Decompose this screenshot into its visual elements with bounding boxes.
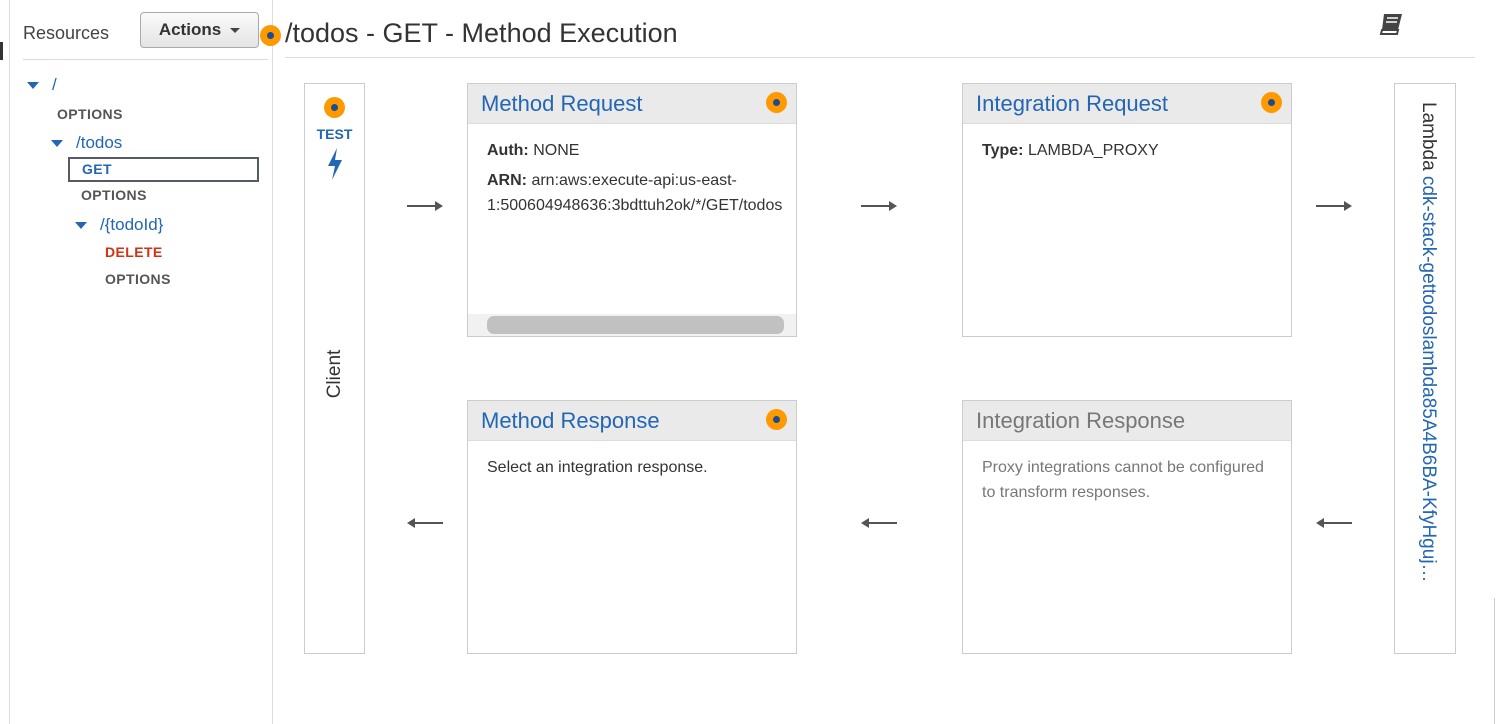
lambda-column: Lambda cdk-stack-gettodoslambda85A4B6BA-… [1394,83,1456,654]
integration-response-text-line1: Proxy integrations cannot be configured [982,459,1264,476]
method-request-title[interactable]: Method Request [481,91,642,116]
expand-root-icon[interactable] [27,82,39,89]
integration-response-title: Integration Response [976,408,1186,433]
scrollbar-thumb[interactable] [487,316,784,334]
integration-request-card[interactable]: Integration Request Type: LAMBDA_PROXY [962,83,1292,337]
sidebar-title: Resources [23,23,110,43]
method-response-card[interactable]: Method Response Select an integration re… [467,400,797,654]
integration-response-body: Proxy integrations cannot be configured … [963,441,1291,519]
method-request-card[interactable]: Method Request Auth: NONE ARN: arn:aws:e… [467,83,797,337]
method-response-text: Select an integration response. [487,459,708,476]
lightning-bolt-icon[interactable] [325,148,345,180]
arrow-right-icon [861,201,897,211]
tree-item-root[interactable]: / [52,75,57,95]
arn-value-line1: arn:aws:execute-api:us-east- [531,172,737,189]
tree-item-root-options[interactable]: OPTIONS [57,106,123,122]
method-request-dot-icon [766,92,787,113]
integration-response-card: Integration Response Proxy integrations … [962,400,1292,654]
method-request-body: Auth: NONE ARN: arn:aws:execute-api:us-e… [468,124,796,232]
method-request-header[interactable]: Method Request [468,84,796,124]
method-response-title[interactable]: Method Response [481,408,660,433]
expand-todoid-icon[interactable] [75,222,87,229]
sidebar-header: Resources Actions [23,12,268,60]
type-label: Type: [982,142,1024,159]
integration-request-dot-icon [1261,92,1282,113]
arrow-right-icon [407,201,443,211]
lambda-prefix: Lambda [1418,102,1439,171]
lambda-function-link[interactable]: cdk-stack-gettodoslambda85A4B6BA-KfyHguj… [1418,176,1439,583]
arrow-left-icon [861,518,897,528]
auth-value: NONE [533,142,580,159]
test-link[interactable]: TEST [305,126,364,142]
lambda-label-wrap: Lambda cdk-stack-gettodoslambda85A4B6BA-… [1415,102,1439,632]
integration-request-header[interactable]: Integration Request [963,84,1291,124]
method-response-dot-icon [766,409,787,430]
arn-label: ARN: [487,172,527,189]
tree-item-todoid-options[interactable]: OPTIONS [105,271,171,287]
horizontal-scrollbar[interactable] [468,314,796,336]
method-response-header[interactable]: Method Response [468,401,796,441]
type-value: LAMBDA_PROXY [1027,142,1159,159]
tree-item-todoid[interactable]: /{todoId} [100,215,163,235]
tree-item-todos-get[interactable]: GET [82,161,112,177]
integration-response-header: Integration Response [963,401,1291,441]
actions-button-label: Actions [158,20,222,39]
integration-response-text-line2: to transform responses. [982,484,1151,501]
left-edge-panel [0,0,10,724]
arn-value-line2: 1:500604948636:3bdttuh2ok/*/GET/todos [487,197,783,214]
client-label: Client [324,349,345,399]
resources-sidebar: Resources Actions / OPTIONS /todos GET O… [10,0,273,724]
page-title: /todos - GET - Method Execution [285,18,678,48]
method-status-dot-icon [260,25,281,46]
tree-item-todos-options[interactable]: OPTIONS [81,187,147,203]
tree-item-todoid-delete[interactable]: DELETE [105,244,163,260]
client-column: TEST Client [304,83,365,654]
caret-down-icon [230,27,241,33]
documentation-book-icon[interactable] [1378,12,1404,36]
page-scrollbar[interactable] [1494,598,1500,724]
expand-todos-icon[interactable] [51,140,63,147]
lambda-label: Lambda cdk-stack-gettodoslambda85A4B6BA-… [1417,102,1439,632]
left-edge-tick [0,42,3,60]
auth-label: Auth: [487,142,529,159]
arrow-left-icon [1316,518,1352,528]
integration-request-body: Type: LAMBDA_PROXY [963,124,1291,177]
method-response-body: Select an integration response. [468,441,796,494]
title-divider [285,57,1475,58]
arrow-right-icon [1316,201,1352,211]
actions-button[interactable]: Actions [140,12,259,48]
client-status-dot-icon [324,97,345,118]
tree-item-todos[interactable]: /todos [76,133,122,153]
integration-request-title[interactable]: Integration Request [976,91,1168,116]
arrow-left-icon [407,518,443,528]
